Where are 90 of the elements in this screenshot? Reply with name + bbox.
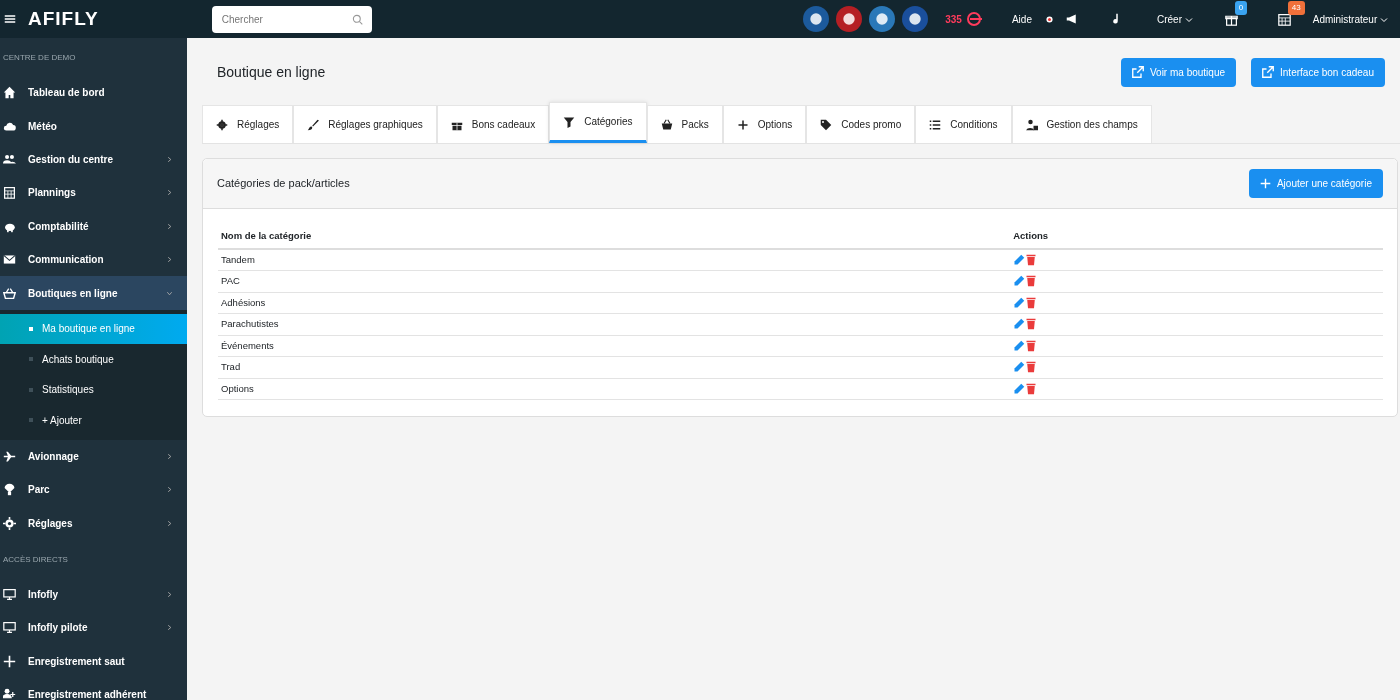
calendar-icon[interactable] bbox=[1277, 13, 1291, 27]
trash-icon[interactable] bbox=[1025, 275, 1038, 288]
counter-value: 335 bbox=[945, 12, 962, 27]
calendar-icon bbox=[3, 186, 16, 200]
gift-icon[interactable] bbox=[1224, 13, 1238, 27]
logo-text: AFIFLY bbox=[28, 6, 99, 31]
airplane-icon bbox=[3, 449, 16, 463]
card-title: Catégories de pack/articles bbox=[217, 176, 350, 192]
brush-icon bbox=[307, 118, 320, 131]
table-cell: Parachutistes bbox=[218, 313, 1011, 335]
pencil-icon[interactable] bbox=[1013, 318, 1026, 331]
sidebar-item[interactable]: Gestion du centre bbox=[0, 142, 187, 177]
submenu-item[interactable]: Achats boutique bbox=[0, 344, 187, 375]
trash-icon[interactable] bbox=[1025, 318, 1038, 331]
record-icon[interactable] bbox=[1045, 15, 1053, 23]
external-link-icon bbox=[1262, 66, 1275, 78]
search-field[interactable]: Chercher bbox=[211, 5, 372, 33]
trash-icon[interactable] bbox=[1025, 382, 1038, 395]
tab[interactable]: Conditions bbox=[915, 105, 1012, 143]
column-header: Nom de la catégorie bbox=[218, 225, 1011, 249]
table-cell: PAC bbox=[218, 270, 1011, 292]
tab[interactable]: Réglages graphiques bbox=[293, 105, 437, 143]
tags-icon bbox=[820, 118, 833, 131]
section-heading: CENTRE DE DEMO bbox=[2, 52, 77, 64]
basket-icon bbox=[3, 286, 16, 300]
pencil-icon[interactable] bbox=[1013, 296, 1026, 309]
chevron-down-icon bbox=[1380, 15, 1388, 24]
table-cell: Événements bbox=[218, 335, 1011, 357]
help-link[interactable]: Aide bbox=[1011, 11, 1032, 27]
pencil-icon[interactable] bbox=[1013, 254, 1026, 266]
pencil-icon[interactable] bbox=[1013, 361, 1026, 374]
sidebar-item[interactable]: Comptabilité bbox=[0, 209, 187, 243]
search-icon[interactable] bbox=[351, 13, 363, 25]
parachute-icon bbox=[3, 483, 16, 497]
megaphone-icon[interactable] bbox=[1064, 13, 1079, 25]
table-cell: Options bbox=[218, 378, 1011, 400]
chevron-down-icon bbox=[1184, 15, 1193, 24]
trash-icon[interactable] bbox=[1025, 296, 1038, 309]
column-header: Actions bbox=[1010, 225, 1383, 249]
trash-icon[interactable] bbox=[1025, 254, 1038, 266]
list-icon bbox=[929, 118, 942, 131]
trash-icon[interactable] bbox=[1025, 339, 1038, 352]
users-icon bbox=[3, 152, 16, 166]
user-menu[interactable]: Administrateur bbox=[1312, 11, 1388, 27]
sidebar-item[interactable]: Boutiques en ligne bbox=[0, 276, 187, 310]
notification-badge: 43 bbox=[1287, 0, 1305, 15]
sidebar-item[interactable]: Réglages bbox=[0, 506, 187, 540]
tab[interactable]: Codes promo bbox=[806, 105, 916, 143]
sidebar-item[interactable]: Parc bbox=[0, 473, 187, 507]
external-link-icon bbox=[1131, 66, 1144, 78]
sidebar-item[interactable]: Enregistrement adhérent bbox=[0, 678, 187, 700]
filter-icon bbox=[563, 115, 576, 128]
menu-icon[interactable] bbox=[4, 13, 16, 25]
plus-icon bbox=[1259, 178, 1271, 189]
table-cell: Trad bbox=[218, 356, 1011, 378]
sidebar-item[interactable]: Infofly pilote bbox=[0, 611, 187, 645]
create-dropdown[interactable]: Créer bbox=[1156, 11, 1193, 27]
tab[interactable]: Catégories bbox=[549, 102, 647, 143]
plus-icon bbox=[736, 118, 749, 131]
table-cell: Tandem bbox=[218, 249, 1011, 271]
pencil-icon[interactable] bbox=[1013, 339, 1026, 352]
sidebar-item[interactable]: Météo bbox=[0, 109, 187, 143]
sidebar-item[interactable]: Communication bbox=[0, 242, 187, 277]
table-cell: Adhésions bbox=[218, 292, 1011, 314]
trash-icon[interactable] bbox=[1025, 361, 1038, 374]
page-title: Boutique en ligne bbox=[217, 62, 326, 82]
sidebar-item[interactable]: Avionnage bbox=[0, 439, 187, 474]
tab[interactable]: Bons cadeaux bbox=[436, 105, 550, 143]
pencil-icon[interactable] bbox=[1013, 382, 1026, 395]
tab[interactable]: Options bbox=[722, 105, 807, 143]
tab[interactable]: Réglages bbox=[202, 105, 294, 143]
pencil-icon[interactable] bbox=[1013, 275, 1026, 288]
monitor-icon bbox=[3, 588, 16, 602]
plus-icon bbox=[3, 654, 16, 668]
sidebar-item[interactable]: Tableau de bord bbox=[0, 76, 187, 110]
sidebar-item[interactable]: Enregistrement saut bbox=[0, 644, 187, 679]
submenu-item[interactable]: Statistiques bbox=[0, 374, 187, 406]
notification-badge: 0 bbox=[1234, 0, 1248, 15]
section-heading: ACCÈS DIRECTS bbox=[2, 553, 69, 566]
envelope-icon bbox=[3, 253, 16, 267]
monitor-icon bbox=[3, 621, 16, 635]
user-plus-icon bbox=[3, 688, 16, 700]
submenu-item[interactable]: + Ajouter bbox=[0, 405, 187, 436]
sidebar-item[interactable]: Infofly bbox=[0, 577, 187, 612]
home-icon bbox=[3, 86, 16, 100]
tab[interactable]: Gestion des champs bbox=[1011, 105, 1152, 143]
user-lock-icon bbox=[1025, 118, 1038, 131]
basket-icon bbox=[660, 118, 673, 131]
tab[interactable]: Packs bbox=[646, 105, 723, 143]
sidebar-item[interactable]: Plannings bbox=[0, 176, 187, 210]
